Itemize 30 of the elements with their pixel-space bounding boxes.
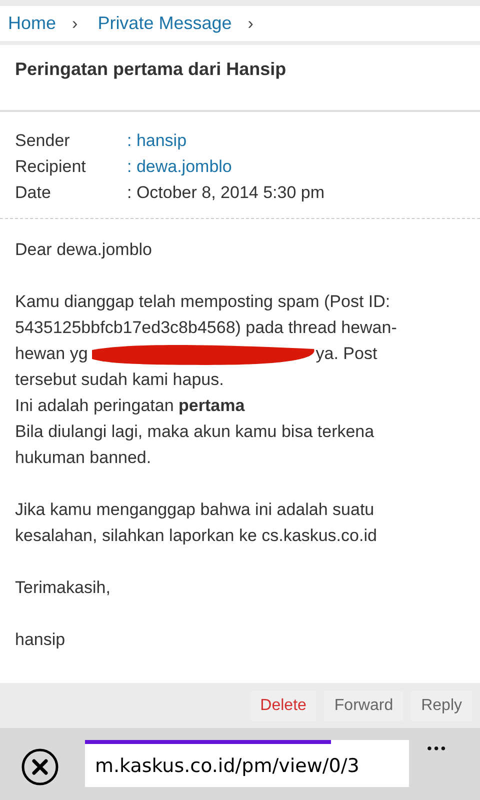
meta-label: Recipient — [15, 157, 87, 177]
address-field[interactable]: m.kaskus.co.id/pm/view/0/3 — [85, 740, 409, 787]
message-line: Terimakasih, — [15, 577, 112, 599]
message-title: Peringatan pertama dari Hansip — [15, 59, 288, 80]
message-line: Jika kamu menganggap bahwa ini adalah suatu — [15, 499, 376, 521]
message-line: kesalahan, silahkan laporkan ke cs.kaskus.co.id — [15, 525, 378, 547]
breadcrumb-separator: › — [248, 14, 254, 34]
breadcrumb-separator: › — [72, 14, 78, 34]
more-button[interactable]: ••• — [427, 740, 448, 756]
meta-label: Sender — [15, 131, 71, 151]
meta-link[interactable]: : dewa.jomblo — [127, 157, 232, 177]
message-text: hewan yg — [15, 343, 88, 365]
message-text: ya. Post — [316, 343, 378, 365]
meta-label: Date — [15, 183, 52, 203]
meta-value: : October 8, 2014 5:30 pm — [127, 183, 325, 203]
breadcrumb-link[interactable]: Private Message — [98, 13, 232, 34]
breadcrumb-link[interactable]: Home — [8, 13, 56, 34]
message-line: hansip — [15, 629, 66, 651]
message-line: 5435125bbfcb17ed3c8b4568) pada thread hewan- — [15, 317, 398, 339]
action-button[interactable]: Delete — [250, 690, 316, 720]
close-icon[interactable] — [21, 748, 59, 786]
message-line: Kamu dianggap telah memposting spam (Post ID: — [15, 291, 392, 313]
message-line: hukuman banned. — [15, 447, 152, 469]
message-line: Dear dewa.jomblo — [15, 239, 154, 261]
message-line: tersebut sudah kami hapus. — [15, 369, 225, 391]
meta-link[interactable]: : hansip — [127, 131, 187, 151]
message-line: Ini adalah peringatan pertama — [15, 395, 246, 417]
action-button[interactable]: Reply — [411, 690, 472, 720]
message-line: Bila diulangi lagi, maka akun kamu bisa terkena — [15, 421, 376, 443]
action-button[interactable]: Forward — [324, 690, 404, 720]
